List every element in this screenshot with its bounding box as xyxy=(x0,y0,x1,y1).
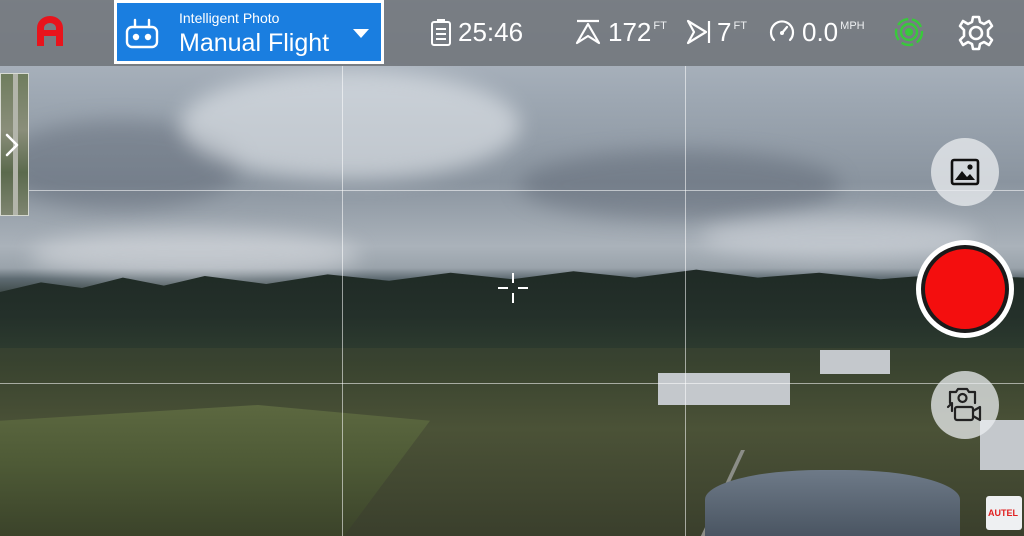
chevron-right-icon[interactable] xyxy=(2,130,22,160)
building xyxy=(658,373,790,405)
cloud xyxy=(180,70,520,180)
image-gallery-icon xyxy=(950,158,980,186)
battery-icon xyxy=(431,19,451,46)
top-bar: Intelligent Photo Manual Flight 25:46 17… xyxy=(0,0,1024,66)
camera-feed[interactable] xyxy=(0,0,1024,536)
record-button[interactable] xyxy=(916,240,1014,338)
altitude-icon xyxy=(575,19,601,45)
speed-unit: MPH xyxy=(840,20,865,32)
flight-time-value: 25:46 xyxy=(458,16,524,47)
pond xyxy=(705,470,960,536)
flight-time-stat: 25:46 xyxy=(430,14,523,50)
autel-logo-icon[interactable] xyxy=(33,16,67,48)
photo-video-switch-button[interactable] xyxy=(931,371,999,439)
altitude-stat: 172 FT xyxy=(574,14,667,50)
distance-stat: 7 FT xyxy=(685,14,747,50)
remote-controller-icon xyxy=(125,18,159,49)
gear-icon[interactable] xyxy=(956,13,996,53)
photo-video-switch-icon xyxy=(946,387,982,422)
speed-value: 0.0 xyxy=(802,16,839,47)
record-ring xyxy=(921,245,1009,333)
grid-line-vertical xyxy=(685,66,686,536)
field xyxy=(0,405,430,536)
grid-line-vertical xyxy=(342,66,343,536)
altitude-value: 172 xyxy=(608,16,652,47)
crosshair-icon xyxy=(498,273,528,303)
distance-icon xyxy=(686,19,711,45)
building xyxy=(820,350,890,374)
autel-watermark: AUTEL xyxy=(986,496,1022,530)
cloud xyxy=(520,150,840,220)
record-indicator xyxy=(925,249,1005,329)
grid-line-horizontal xyxy=(0,383,1024,384)
gps-signal-icon[interactable] xyxy=(894,17,924,47)
mode-title: Manual Flight xyxy=(179,29,330,57)
gallery-button[interactable] xyxy=(931,138,999,206)
cloud xyxy=(30,230,360,280)
grid-line-horizontal xyxy=(0,190,1024,191)
flight-mode-selector[interactable]: Intelligent Photo Manual Flight xyxy=(114,0,384,64)
watermark-text: AUTEL xyxy=(988,508,1018,518)
altitude-unit: FT xyxy=(653,20,667,32)
speed-stat: 0.0 MPH xyxy=(768,14,865,50)
speedometer-icon xyxy=(769,20,795,42)
distance-value: 7 xyxy=(717,16,732,47)
distance-unit: FT xyxy=(733,20,747,32)
caret-down-icon xyxy=(353,29,369,38)
mode-subtitle: Intelligent Photo xyxy=(179,10,280,26)
